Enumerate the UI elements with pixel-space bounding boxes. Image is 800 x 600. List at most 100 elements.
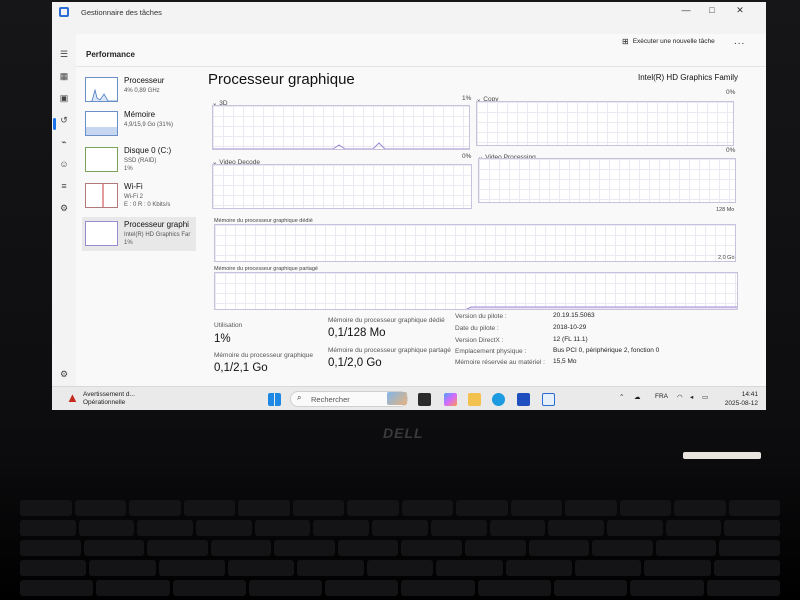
users-icon[interactable]: ☺ [58,158,70,170]
status-light-bar [683,452,761,459]
startup-apps-icon[interactable]: ⌁ [58,136,70,148]
more-options-button[interactable]: ... [734,36,745,47]
volume-icon[interactable]: ◂ [690,393,693,401]
app-history-icon[interactable]: ↺ [58,114,70,126]
start-menu-icon[interactable] [268,393,281,406]
minimize-button[interactable]: — [676,5,696,15]
dell-logo: DELL [383,425,424,441]
sidebar-item-cpu[interactable]: Processeur 4% 0,89 GHz [82,73,196,107]
sidebar-item-label: Mémoire [124,110,156,119]
edge-browser-icon[interactable] [492,393,505,406]
driver-date-value: 2018-10-29 [553,324,587,331]
window-title: Gestionnaire des tâches [81,8,162,17]
memory-thumbnail-graph [85,111,118,136]
battery-icon[interactable]: ▭ [702,393,708,401]
run-new-task-button[interactable]: ⊞ Exécuter une nouvelle tâche [622,37,715,46]
engine-video-decode-graph [212,164,472,209]
hardware-reserved-memory-value: 15,5 Mo [553,358,577,365]
shared-memory-value: 0,1/2,0 Go [328,357,382,369]
shared-memory-max: 2,0 Go [718,255,735,261]
engine-3d-percent: 1% [462,95,472,102]
physical-location-value: Bus PCI 0, périphérique 2, fonction 0 [553,347,660,354]
dedicated-memory-value: 0,1/128 Mo [328,327,386,339]
keyboard-row [20,580,780,596]
copilot-icon[interactable] [444,393,457,406]
details-icon[interactable]: ≡ [58,180,70,192]
sidebar-item-wifi[interactable]: Wi-Fi Wi-Fi 2E : 0 R : 0 Kbits/s [82,179,196,213]
search-placeholder: Rechercher [311,395,350,404]
microsoft-store-icon[interactable] [517,393,530,406]
keyboard-row [20,540,780,556]
sidebar-item-detail: Intel(R) HD Graphics Far 1% [124,232,191,246]
directx-version-label: Version DirectX : [455,337,504,344]
driver-date-label: Date du pilote : [455,325,499,332]
input-language[interactable]: FRA [655,393,668,400]
keyboard-row [20,520,780,536]
search-icon: ⌕ [297,393,302,402]
sidebar-item-label: Wi-Fi [124,182,143,191]
directx-version-value: 12 (FL 11.1) [553,336,588,343]
sidebar-item-label: Disque 0 (C:) [124,146,172,155]
performance-sidebar: Processeur 4% 0,89 GHz Mémoire 4,9/15,9 … [76,67,198,387]
dedicated-memory-label: Mémoire du processeur graphique dédié [328,317,445,324]
sidebar-item-memory[interactable]: Mémoire 4,9/15,9 Go (31%) [82,107,196,141]
keyboard [0,470,800,600]
hardware-reserved-memory-label: Mémoire réservée au matériel : [455,359,545,366]
cpu-thumbnail-graph [85,77,118,102]
engine-copy-percent: 0% [726,89,736,96]
wifi-status-icon[interactable]: ◠ [677,393,683,401]
run-task-icon: ⊞ [622,37,629,46]
onedrive-icon[interactable]: ☁ [634,393,641,401]
run-new-task-label: Exécuter une nouvelle tâche [632,38,715,45]
sidebar-item-detail: 4,9/15,9 Go (31%) [124,122,174,128]
disk-thumbnail-graph [85,147,118,172]
dedicated-memory-graph [214,224,736,262]
shared-memory-label: Mémoire du processeur graphique partagé [328,347,451,354]
screen: Gestionnaire des tâches — □ ✕ ☰ ▦ ▣ ↺ ⌁ … [52,2,766,410]
utilisation-label: Utilisation [214,322,243,329]
sidebar-item-label: Processeur [124,76,165,85]
warning-icon[interactable]: ▲ [66,391,79,405]
gpu-memory-label: Mémoire du processeur graphique [214,352,313,359]
file-explorer-icon[interactable] [468,393,481,406]
gpu-thumbnail-graph [85,221,118,246]
sidebar-item-detail: Wi-Fi 2E : 0 R : 0 Kbits/s [124,194,171,208]
system-clock[interactable]: 14:41 2025-08-12 [722,390,758,408]
driver-version-value: 20.19.15.5063 [553,312,595,319]
sidebar-item-detail: SSD (RAID) 1% [124,158,157,172]
task-manager-taskbar-icon[interactable] [542,393,555,406]
sidebar-item-disk[interactable]: Disque 0 (C:) SSD (RAID) 1% [82,143,196,177]
title-bar: Gestionnaire des tâches — □ ✕ [52,2,766,26]
sidebar-item-detail: 4% 0,89 GHz [124,88,160,94]
performance-icon[interactable]: ▣ [58,92,70,104]
engine-video-processing-graph [478,158,736,203]
task-view-icon[interactable] [418,393,431,406]
sidebar-item-gpu[interactable]: Processeur graphi Intel(R) HD Graphics F… [82,217,196,251]
navigation-rail: ☰ ▦ ▣ ↺ ⌁ ☺ ≡ ⚙ ⚙ [52,26,76,386]
page-section-title: Performance [86,50,135,59]
warning-notification[interactable]: Avertissement d... Opérationnelle [83,391,135,407]
sidebar-item-label: Processeur graphi [124,220,189,229]
driver-version-label: Version du pilote : [455,313,507,320]
gpu-panel: Processeur graphique Intel(R) HD Graphic… [198,67,766,387]
show-hidden-icons-chevron-icon[interactable]: ⌃ [619,393,624,401]
services-icon[interactable]: ⚙ [58,202,70,214]
hamburger-menu-icon[interactable]: ☰ [58,48,70,60]
wifi-thumbnail-graph [85,183,118,208]
gpu-model-name: Intel(R) HD Graphics Family [637,73,738,82]
keyboard-row [20,500,780,516]
engine-3d-graph [212,105,470,150]
search-highlight-icon[interactable] [387,392,407,405]
maximize-button[interactable]: □ [702,5,722,15]
processes-icon[interactable]: ▦ [58,70,70,82]
gpu-memory-value: 0,1/2,1 Go [214,362,268,374]
close-button[interactable]: ✕ [730,5,750,16]
engine-video-decode-percent: 0% [462,153,472,160]
page-title: Processeur graphique [208,71,355,88]
settings-icon[interactable]: ⚙ [58,368,70,380]
task-manager-icon [59,7,69,17]
active-indicator [53,118,56,130]
physical-location-label: Emplacement physique : [455,348,527,355]
page-header: Performance ⊞ Exécuter une nouvelle tâch… [76,34,766,67]
engine-copy-graph [476,101,734,146]
